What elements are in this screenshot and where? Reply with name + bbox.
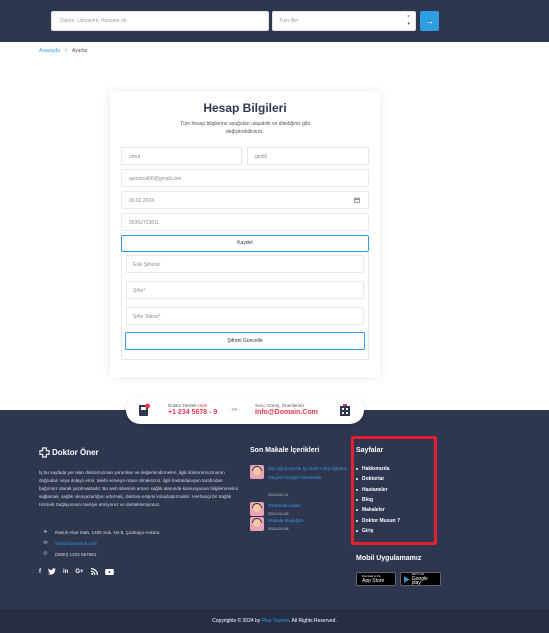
old-password-field[interactable]: Eski Şifreniz — [126, 255, 364, 273]
rss-icon[interactable] — [90, 568, 98, 575]
breadcrumb-home-link[interactable]: Anasayfa — [39, 48, 60, 54]
article-date: 2024-02-08 — [268, 511, 289, 516]
article-thumbnail — [250, 502, 264, 516]
footer-address-text: Rasuh Akar Mah. 1405 Sok. No:5, Çankaya … — [55, 529, 160, 535]
breadcrumb-current: Ayarlar — [71, 48, 88, 54]
copyright-brand-link[interactable]: Pixa Yazılım — [262, 618, 289, 624]
feedback-label: Soru, Görüş, Önerileriniz — [255, 403, 305, 408]
google-play-big-text: Google play — [411, 576, 428, 586]
conjunction-text: - ve - — [229, 407, 241, 413]
copyright-bar: Copyrights © 2024 by Pixa Yazılım. All R… — [0, 609, 549, 633]
account-settings-card: Hesap Bilgileri Tüm hesap bilgilerine aş… — [110, 91, 380, 377]
mobile-app-title: Mobil Uygulamamız — [356, 555, 422, 562]
save-button[interactable]: Kaydet — [121, 235, 369, 252]
breadcrumb: Anasayfa › Ayarlar — [39, 48, 88, 54]
doctor-support-phone[interactable]: +1 234 5678 - 9 — [168, 409, 217, 416]
calendar-icon[interactable] — [354, 197, 360, 203]
search-input[interactable]: Doktor, Uzmanlık, Hastane ob — [51, 11, 269, 31]
app-store-badge[interactable]: Download on the App Store — [356, 572, 396, 586]
arrow-right-icon: → — [425, 16, 434, 26]
phone-icon: ✆ — [43, 551, 48, 557]
article-title[interactable]: Diş Ağrısına Ne İyi Gelir? Diş Ağrısını … — [268, 465, 348, 483]
article-title[interactable]: Makale Başlığım — [268, 517, 348, 526]
google-plus-icon[interactable]: G+ — [75, 569, 83, 575]
city-select[interactable]: Tüm İller × ▾ — [272, 11, 416, 31]
footer-address: ➤ Rasuh Akar Mah. 1405 Sok. No:5, Çankay… — [42, 529, 159, 535]
new-password-field[interactable]: Şifre* — [126, 281, 364, 299]
update-password-button[interactable]: Şifreni Güncelle — [125, 332, 365, 350]
doctor-support-label-prefix: Doktor Destek — [168, 403, 197, 408]
copyright-suffix: . All Rights Reserved. — [289, 618, 337, 624]
article-thumbnail — [250, 465, 264, 479]
twitter-icon[interactable] — [48, 568, 56, 575]
logo-text: Doktor Öner — [52, 448, 99, 457]
footer-phone-text: (0800) 1234 567891 — [55, 551, 97, 557]
city-select-value: Tüm İller — [279, 18, 299, 24]
youtube-icon[interactable] — [104, 568, 114, 575]
articles-title: Son Makale İçerikleri — [250, 447, 320, 454]
footer-about-text: İş bu sayfada yer alan doktor/uzman yoru… — [39, 470, 238, 507]
doctor-support-label-highlight: Hattı — [197, 403, 208, 408]
doctor-support-label: Doktor Destek Hattı — [168, 403, 207, 408]
footer-logo[interactable]: Doktor Öner — [39, 447, 99, 458]
footer-email-text[interactable]: info@domainurl.com — [55, 541, 97, 546]
page-subtitle: Tüm hesap bilgilerine aşağıdan ulaşabili… — [180, 121, 310, 135]
contact-pill: Doktor Destek Hattı +1 234 5678 - 9 - ve… — [126, 396, 364, 424]
chevron-down-icon[interactable]: ▾ — [407, 21, 410, 27]
repeat-password-field[interactable]: Şifre Tekrar* — [126, 307, 364, 325]
footer-phone: ✆ (0800) 1234 567891 — [42, 551, 96, 557]
facebook-icon[interactable]: f — [39, 569, 41, 575]
doctor-support-icon — [139, 403, 150, 416]
birth-date-value: 06.02.2024 — [129, 198, 155, 204]
google-play-icon — [404, 575, 410, 583]
top-search-bar: Doktor, Uzmanlık, Hastane ob Tüm İller ×… — [0, 0, 549, 42]
article-date: 2024-02-08 — [268, 526, 289, 531]
footer-email[interactable]: ✉ info@domainurl.com — [42, 540, 97, 546]
last-name-field[interactable]: gedik — [247, 147, 369, 165]
google-play-badge[interactable]: GET IT ON Google play — [400, 572, 441, 586]
app-store-big-text: App Store — [362, 578, 385, 584]
chevron-right-icon: › — [64, 48, 67, 54]
search-button[interactable]: → — [420, 11, 439, 31]
email-field[interactable]: ayoumut06@gmail.com — [121, 169, 369, 187]
article-title[interactable]: Örümcek Adam — [268, 502, 348, 511]
first-name-field[interactable]: umut — [121, 147, 242, 165]
article-thumbnail — [250, 517, 264, 531]
building-icon — [340, 404, 350, 416]
highlight-box — [351, 436, 437, 545]
location-icon: ➤ — [43, 529, 48, 535]
birth-date-field[interactable]: 06.02.2024 — [121, 191, 369, 209]
linkedin-icon[interactable]: in — [63, 569, 68, 575]
mail-icon: ✉ — [43, 540, 48, 546]
page-title: Hesap Bilgileri — [203, 101, 287, 115]
password-section: Eski Şifreniz Şifre* Şifre Tekrar* Şifre… — [121, 252, 369, 360]
logo-cross-icon — [39, 447, 50, 458]
clear-icon[interactable]: × — [407, 14, 410, 20]
phone-field[interactable]: 05362703811 — [121, 213, 369, 231]
feedback-email[interactable]: Info@Domain.Com — [255, 409, 318, 416]
social-links: f in G+ — [39, 568, 114, 575]
copyright-prefix: Copyrights © 2024 by — [212, 618, 261, 624]
article-date: 2024-02-11 — [268, 492, 289, 497]
